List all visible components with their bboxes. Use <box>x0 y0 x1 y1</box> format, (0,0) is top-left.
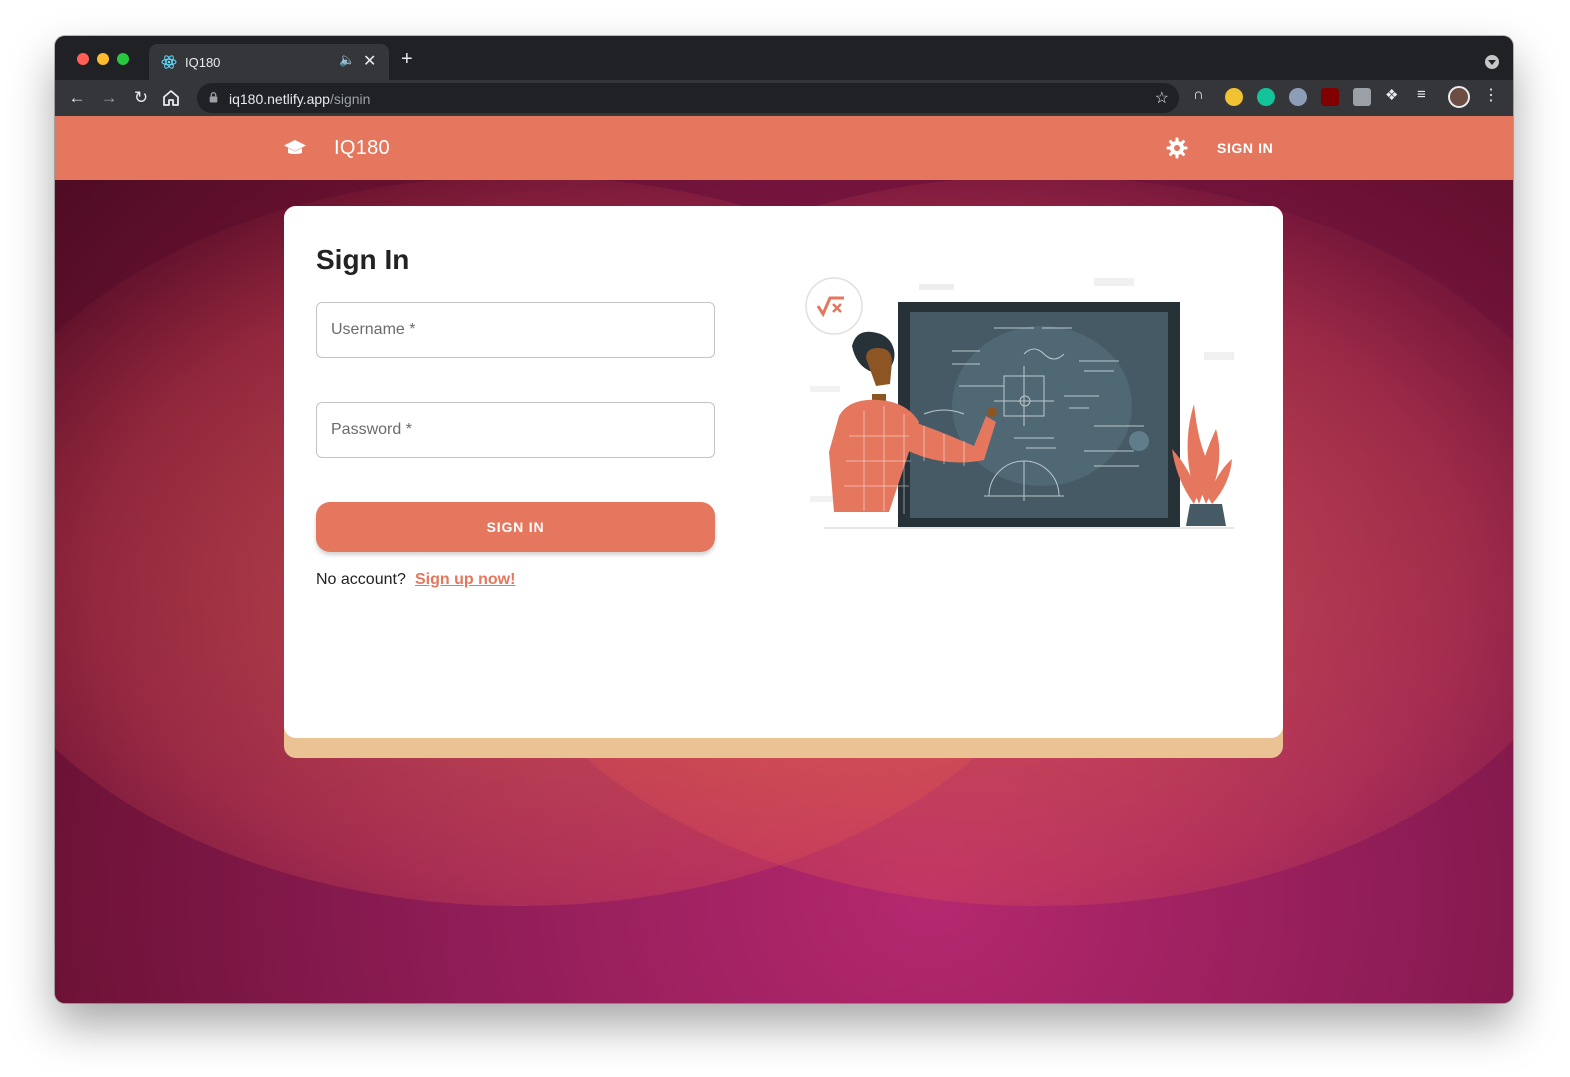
extension-icon[interactable] <box>1225 88 1243 106</box>
tab-search-icon[interactable] <box>1485 55 1499 69</box>
url-path: /signin <box>329 91 371 107</box>
menu-dots-icon[interactable]: ⋮ <box>1483 85 1501 104</box>
browser-window: IQ180 🔈 ✕ + ← → ↻ iq180.netlify.app/sign… <box>55 36 1513 1003</box>
puzzle-icon[interactable]: ❖ <box>1385 86 1403 104</box>
camera-icon[interactable] <box>1353 88 1371 106</box>
speaker-icon[interactable]: 🔈 <box>339 52 355 68</box>
grammarly-icon[interactable] <box>1257 88 1275 106</box>
extension-icon[interactable] <box>1289 88 1307 106</box>
close-window-button[interactable] <box>77 53 89 65</box>
close-tab-icon[interactable]: ✕ <box>363 51 376 71</box>
home-icon[interactable] <box>161 88 181 108</box>
bookmark-star-icon[interactable]: ☆ <box>1155 88 1169 108</box>
appbar-signin-button[interactable]: SIGN IN <box>1217 140 1273 156</box>
url-text: iq180.netlify.app/signin <box>229 91 370 107</box>
address-bar[interactable]: iq180.netlify.app/signin ☆ <box>197 83 1179 113</box>
gear-icon[interactable] <box>1165 136 1189 160</box>
signin-card: Sign In Username * Password * SIGN IN No… <box>284 206 1283 738</box>
signup-link[interactable]: Sign up now! <box>415 571 515 589</box>
graduation-cap-icon <box>284 140 306 154</box>
password-label: Password * <box>331 421 412 438</box>
password-field[interactable]: Password * <box>316 402 715 458</box>
reload-icon[interactable]: ↻ <box>129 86 153 110</box>
minimize-window-button[interactable] <box>97 53 109 65</box>
extension-icon[interactable]: ∩ <box>1193 86 1211 104</box>
web-page: IQ180 SIGN IN Sign In Username * Passwor… <box>55 116 1513 1003</box>
username-field[interactable]: Username * <box>316 302 715 358</box>
browser-tab[interactable]: IQ180 🔈 ✕ <box>149 44 389 80</box>
back-icon[interactable]: ← <box>65 86 89 110</box>
tab-strip: IQ180 🔈 ✕ + <box>55 36 1513 80</box>
forward-icon[interactable]: → <box>97 86 121 110</box>
reading-list-icon[interactable]: ≡ <box>1417 86 1435 104</box>
no-account-text: No account? <box>316 571 406 588</box>
avatar[interactable] <box>1448 86 1470 108</box>
lock-icon <box>209 92 218 103</box>
signin-submit-button[interactable]: SIGN IN <box>316 502 715 552</box>
page-title: Sign In <box>316 244 410 275</box>
tab-title: IQ180 <box>185 55 221 70</box>
new-tab-button[interactable]: + <box>401 49 413 69</box>
username-label: Username * <box>331 321 416 338</box>
app-bar: IQ180 SIGN IN <box>55 116 1513 180</box>
maximize-window-button[interactable] <box>117 53 129 65</box>
url-host: iq180.netlify.app <box>229 91 330 107</box>
react-atom-icon <box>161 55 177 69</box>
ublock-icon[interactable] <box>1321 88 1339 106</box>
teacher-chalkboard-illustration <box>805 277 1234 529</box>
browser-toolbar: ← → ↻ iq180.netlify.app/signin ☆ ∩ ❖ ≡ ⋮ <box>55 80 1513 116</box>
app-title[interactable]: IQ180 <box>334 137 390 160</box>
